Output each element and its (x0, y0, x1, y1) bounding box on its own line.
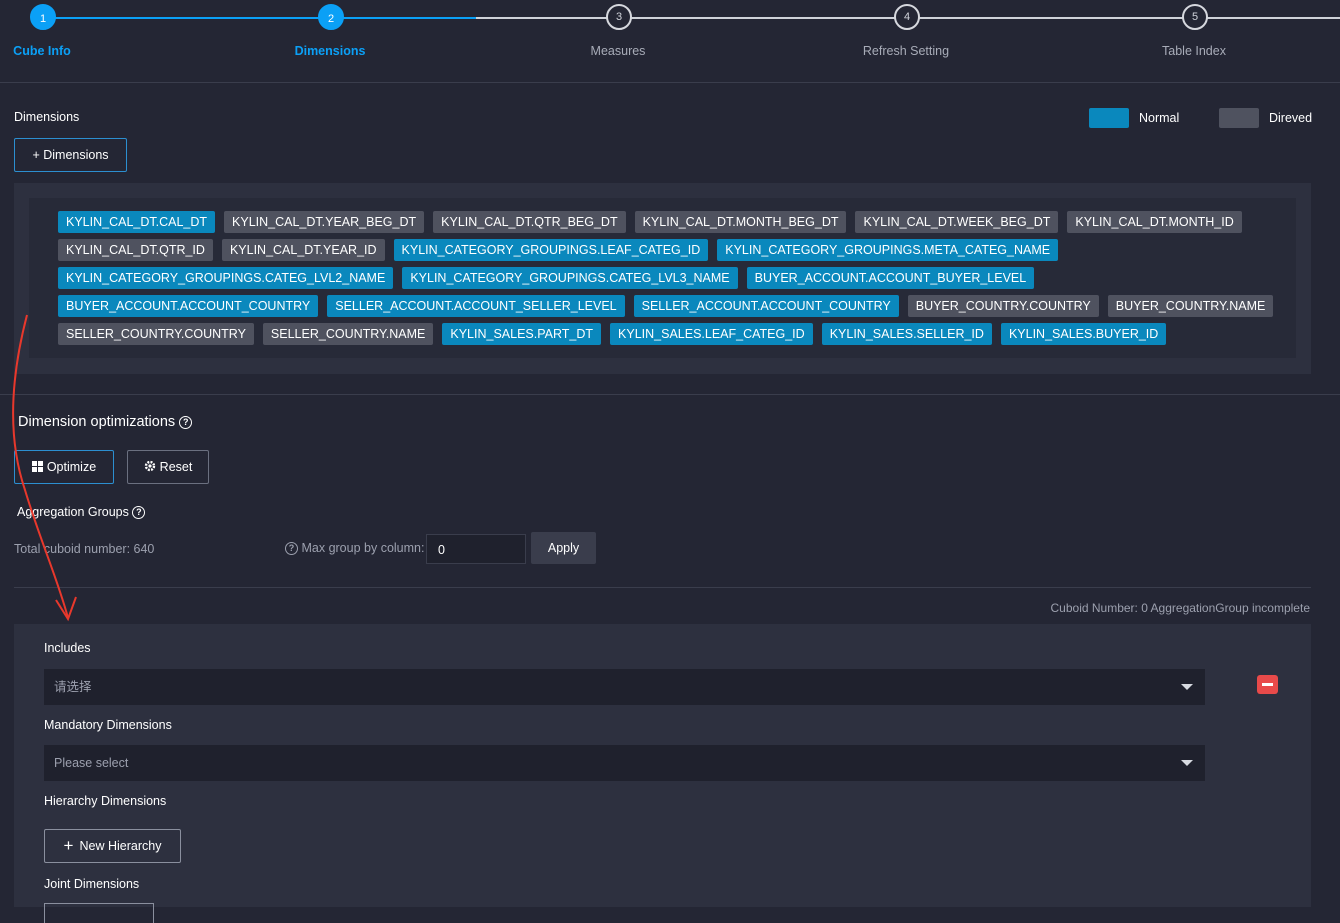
annotation-arrow (12, 314, 77, 622)
annotation-arrow-path (12, 314, 69, 619)
